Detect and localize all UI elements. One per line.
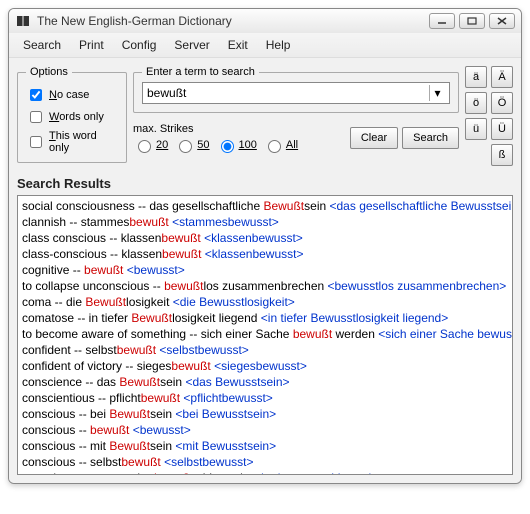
menubar: Search Print Config Server Exit Help <box>9 33 521 58</box>
results-heading: Search Results <box>17 176 513 191</box>
result-row[interactable]: class-conscious -- klassenbewußt <klasse… <box>22 246 508 262</box>
minimize-button[interactable] <box>429 13 455 29</box>
close-button[interactable] <box>489 13 515 29</box>
search-value: bewußt <box>147 86 186 100</box>
result-row[interactable]: conscious -- bewußt <bewusst> <box>22 422 508 438</box>
window-controls <box>429 13 515 29</box>
result-row[interactable]: conscious -- bei Bewußtsein <bei Bewusst… <box>22 406 508 422</box>
result-row[interactable]: confident -- selbstbewußt <selbstbewusst… <box>22 342 508 358</box>
char-ae[interactable]: ä <box>465 66 487 88</box>
result-row[interactable]: comatose -- in tiefer Bewußtlosigkeit li… <box>22 310 508 326</box>
search-combo[interactable]: bewußt ▾ <box>142 82 450 104</box>
search-group: Enter a term to search bewußt ▾ <box>133 66 459 113</box>
result-row[interactable]: class conscious -- klassenbewußt <klasse… <box>22 230 508 246</box>
char-UE[interactable]: Ü <box>491 118 513 140</box>
char-ue[interactable]: ü <box>465 118 487 140</box>
combo-arrow-icon[interactable]: ▾ <box>429 85 445 101</box>
char-AE[interactable]: Ä <box>491 66 513 88</box>
wordsonly-label: Words only <box>49 111 104 123</box>
menu-search[interactable]: Search <box>15 36 69 54</box>
char-OE[interactable]: Ö <box>491 92 513 114</box>
char-oe[interactable]: ö <box>465 92 487 114</box>
result-row[interactable]: conscientious -- pflichtbewußt <pflichtb… <box>22 390 508 406</box>
result-row[interactable]: conscious attempt -- der bewußte Versuch… <box>22 470 508 475</box>
nocase-label: No case <box>49 89 89 101</box>
strike-20[interactable] <box>138 140 151 153</box>
strikes-radios: 20 50 100 All <box>133 137 346 153</box>
nocase-checkbox[interactable] <box>30 89 42 101</box>
content-area: Options No case Words only This word onl… <box>9 58 521 483</box>
thisword-checkbox[interactable] <box>30 136 42 148</box>
thisword-label: This word only <box>49 130 118 154</box>
results-list[interactable]: social consciousness -- das gesellschaft… <box>17 195 513 475</box>
clear-button[interactable]: Clear <box>350 127 398 149</box>
search-legend: Enter a term to search <box>142 66 259 78</box>
result-row[interactable]: conscious -- selbstbewußt <selbstbewusst… <box>22 454 508 470</box>
char-ss[interactable]: ß <box>491 144 513 166</box>
result-row[interactable]: social consciousness -- das gesellschaft… <box>22 198 508 214</box>
strike-all[interactable] <box>268 140 281 153</box>
result-row[interactable]: coma -- die Bewußtlosigkeit <die Bewusst… <box>22 294 508 310</box>
titlebar: The New English-German Dictionary <box>9 9 521 33</box>
result-row[interactable]: clannish -- stammesbewußt <stammesbewuss… <box>22 214 508 230</box>
strike-100[interactable] <box>221 140 234 153</box>
result-row[interactable]: conscious -- mit Bewußtsein <mit Bewusst… <box>22 438 508 454</box>
options-group: Options No case Words only This word onl… <box>17 66 127 163</box>
strike-50[interactable] <box>179 140 192 153</box>
menu-config[interactable]: Config <box>114 36 165 54</box>
window-title: The New English-German Dictionary <box>37 14 429 28</box>
app-window: The New English-German Dictionary Search… <box>8 8 522 484</box>
result-row[interactable]: conscience -- das Bewußtsein <das Bewuss… <box>22 374 508 390</box>
menu-server[interactable]: Server <box>166 36 217 54</box>
strikes-label: max. Strikes <box>133 123 346 135</box>
result-row[interactable]: cognitive -- bewußt <bewusst> <box>22 262 508 278</box>
menu-exit[interactable]: Exit <box>220 36 256 54</box>
options-legend: Options <box>26 66 72 78</box>
maximize-button[interactable] <box>459 13 485 29</box>
menu-print[interactable]: Print <box>71 36 112 54</box>
app-icon <box>15 13 31 29</box>
result-row[interactable]: confident of victory -- siegesbewußt <si… <box>22 358 508 374</box>
search-button[interactable]: Search <box>402 127 459 149</box>
result-row[interactable]: to become aware of something -- sich ein… <box>22 326 508 342</box>
menu-help[interactable]: Help <box>258 36 299 54</box>
umlaut-buttons: äÄ öÖ üÜ ß <box>465 66 513 166</box>
wordsonly-checkbox[interactable] <box>30 111 42 123</box>
result-row[interactable]: to collapse unconscious -- bewußtlos zus… <box>22 278 508 294</box>
